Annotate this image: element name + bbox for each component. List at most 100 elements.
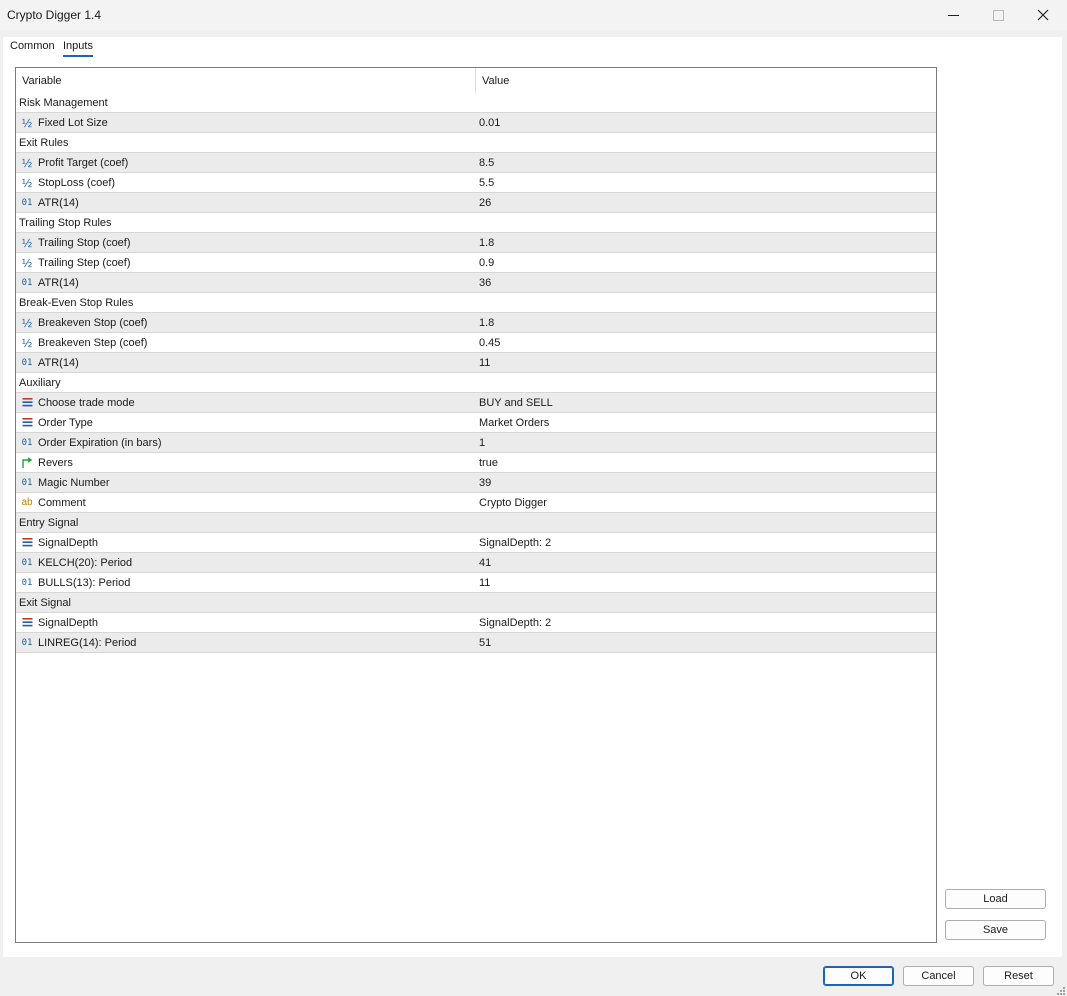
group-row[interactable]: Risk Management [16,93,936,113]
group-row[interactable]: Trailing Stop Rules [16,213,936,233]
variable-name: Trailing Step (coef) [38,256,131,269]
value-cell[interactable]: 11 [476,353,936,372]
value-cell[interactable]: 0.9 [476,253,936,272]
variable-name: Breakeven Stop (coef) [38,316,148,329]
minimize-icon [947,14,959,16]
value-cell[interactable]: 0.01 [476,113,936,132]
value-cell[interactable]: true [476,453,936,472]
value-text: 11 [479,576,491,589]
group-row[interactable]: Exit Rules [16,133,936,153]
string-icon: ab [21,497,33,508]
variable-cell: ½ Trailing Step (coef) [16,253,475,272]
cancel-button[interactable]: Cancel [903,966,974,986]
variable-name: StopLoss (coef) [38,176,116,189]
variable-cell: Auxiliary [16,373,478,392]
parameter-row[interactable]: 01 BULLS(13): Period 11 [16,573,936,593]
value-cell[interactable]: 1.8 [476,233,936,252]
variable-name: Exit Rules [19,136,69,149]
value-cell[interactable]: Market Orders [476,413,936,432]
window-title: Crypto Digger 1.4 [7,8,102,22]
variable-cell: Risk Management [16,93,478,112]
value-text: 26 [479,196,492,209]
value-text: 1.8 [479,236,495,249]
inputs-table[interactable]: Variable Value Risk Management ½ Fixed Lot… [15,67,937,943]
integer-icon: 01 [21,277,33,288]
parameter-row[interactable]: 01 KELCH(20): Period 41 [16,553,936,573]
value-cell[interactable]: 11 [476,573,936,592]
table-rows: Risk Management ½ Fixed Lot Size 0.01 Exit R… [16,93,936,653]
save-button[interactable]: Save [945,920,1046,940]
resize-grip-icon[interactable] [1054,984,1066,996]
column-header-value[interactable]: Value [482,68,509,93]
value-text: 1 [479,436,486,449]
close-button[interactable] [1020,0,1066,30]
value-text: 5.5 [479,176,495,189]
parameter-row[interactable]: SignalDepth SignalDepth: 2 [16,613,936,633]
value-cell[interactable]: 1.8 [476,313,936,332]
value-text: SignalDepth: 2 [479,616,552,629]
minimize-button[interactable] [930,0,976,30]
load-button[interactable]: Load [945,889,1046,909]
parameter-row[interactable]: ½ Trailing Stop (coef) 1.8 [16,233,936,253]
variable-cell: SignalDepth [16,613,475,632]
value-text: 0.01 [479,116,501,129]
ok-button[interactable]: OK [823,966,894,986]
parameter-row[interactable]: 01 ATR(14) 11 [16,353,936,373]
value-cell[interactable]: 26 [476,193,936,212]
table-header: Variable Value [16,68,936,93]
group-row[interactable]: Auxiliary [16,373,936,393]
group-row[interactable]: Break-Even Stop Rules [16,293,936,313]
value-cell[interactable]: SignalDepth: 2 [476,533,936,552]
parameter-row[interactable]: ½ Trailing Step (coef) 0.9 [16,253,936,273]
value-cell[interactable]: 51 [476,633,936,652]
tab-inputs[interactable]: Inputs [63,40,93,57]
variable-name: Entry Signal [19,516,79,529]
variable-cell: 01 ATR(14) [16,353,475,372]
integer-icon: 01 [21,197,33,208]
value-cell[interactable]: 0.45 [476,333,936,352]
integer-icon: 01 [21,477,33,488]
value-cell[interactable]: 36 [476,273,936,292]
column-header-variable[interactable]: Variable [22,68,62,93]
value-cell[interactable]: 39 [476,473,936,492]
value-text: 39 [479,476,492,489]
parameter-row[interactable]: 01 LINREG(14): Period 51 [16,633,936,653]
parameter-row[interactable]: ab Comment Crypto Digger [16,493,936,513]
group-row[interactable]: Entry Signal [16,513,936,533]
value-cell[interactable]: BUY and SELL [476,393,936,412]
variable-cell: Trailing Stop Rules [16,213,478,232]
variable-cell: ½ Profit Target (coef) [16,153,475,172]
value-cell[interactable]: 41 [476,553,936,572]
group-row[interactable]: Exit Signal [16,593,936,613]
parameter-row[interactable]: ½ StopLoss (coef) 5.5 [16,173,936,193]
parameter-row[interactable]: Choose trade mode BUY and SELL [16,393,936,413]
variable-name: Break-Even Stop Rules [19,296,134,309]
parameter-row[interactable]: Order Type Market Orders [16,413,936,433]
parameter-row[interactable]: ½ Fixed Lot Size 0.01 [16,113,936,133]
parameter-row[interactable]: ½ Breakeven Step (coef) 0.45 [16,333,936,353]
variable-name: Comment [38,496,86,509]
parameter-row[interactable]: ½ Profit Target (coef) 8.5 [16,153,936,173]
value-cell [476,133,936,152]
value-text: 0.45 [479,336,501,349]
value-cell[interactable]: SignalDepth: 2 [476,613,936,632]
tab-common[interactable]: Common [10,40,55,52]
enum-icon [20,616,34,630]
parameter-row[interactable]: ½ Breakeven Stop (coef) 1.8 [16,313,936,333]
parameter-row[interactable]: 01 ATR(14) 36 [16,273,936,293]
integer-icon: 01 [21,357,33,368]
parameter-row[interactable]: SignalDepth SignalDepth: 2 [16,533,936,553]
fraction-icon: ½ [21,175,32,190]
value-cell[interactable]: 1 [476,433,936,452]
reset-button[interactable]: Reset [983,966,1054,986]
parameter-row[interactable]: 01 ATR(14) 26 [16,193,936,213]
value-cell[interactable]: Crypto Digger [476,493,936,512]
parameter-row[interactable]: Revers true [16,453,936,473]
parameter-row[interactable]: 01 Magic Number 39 [16,473,936,493]
variable-name: Auxiliary [19,376,61,389]
value-cell[interactable]: 8.5 [476,153,936,172]
tab-inputs-label: Inputs [63,40,93,52]
value-cell[interactable]: 5.5 [476,173,936,192]
maximize-button[interactable] [975,0,1021,30]
parameter-row[interactable]: 01 Order Expiration (in bars) 1 [16,433,936,453]
